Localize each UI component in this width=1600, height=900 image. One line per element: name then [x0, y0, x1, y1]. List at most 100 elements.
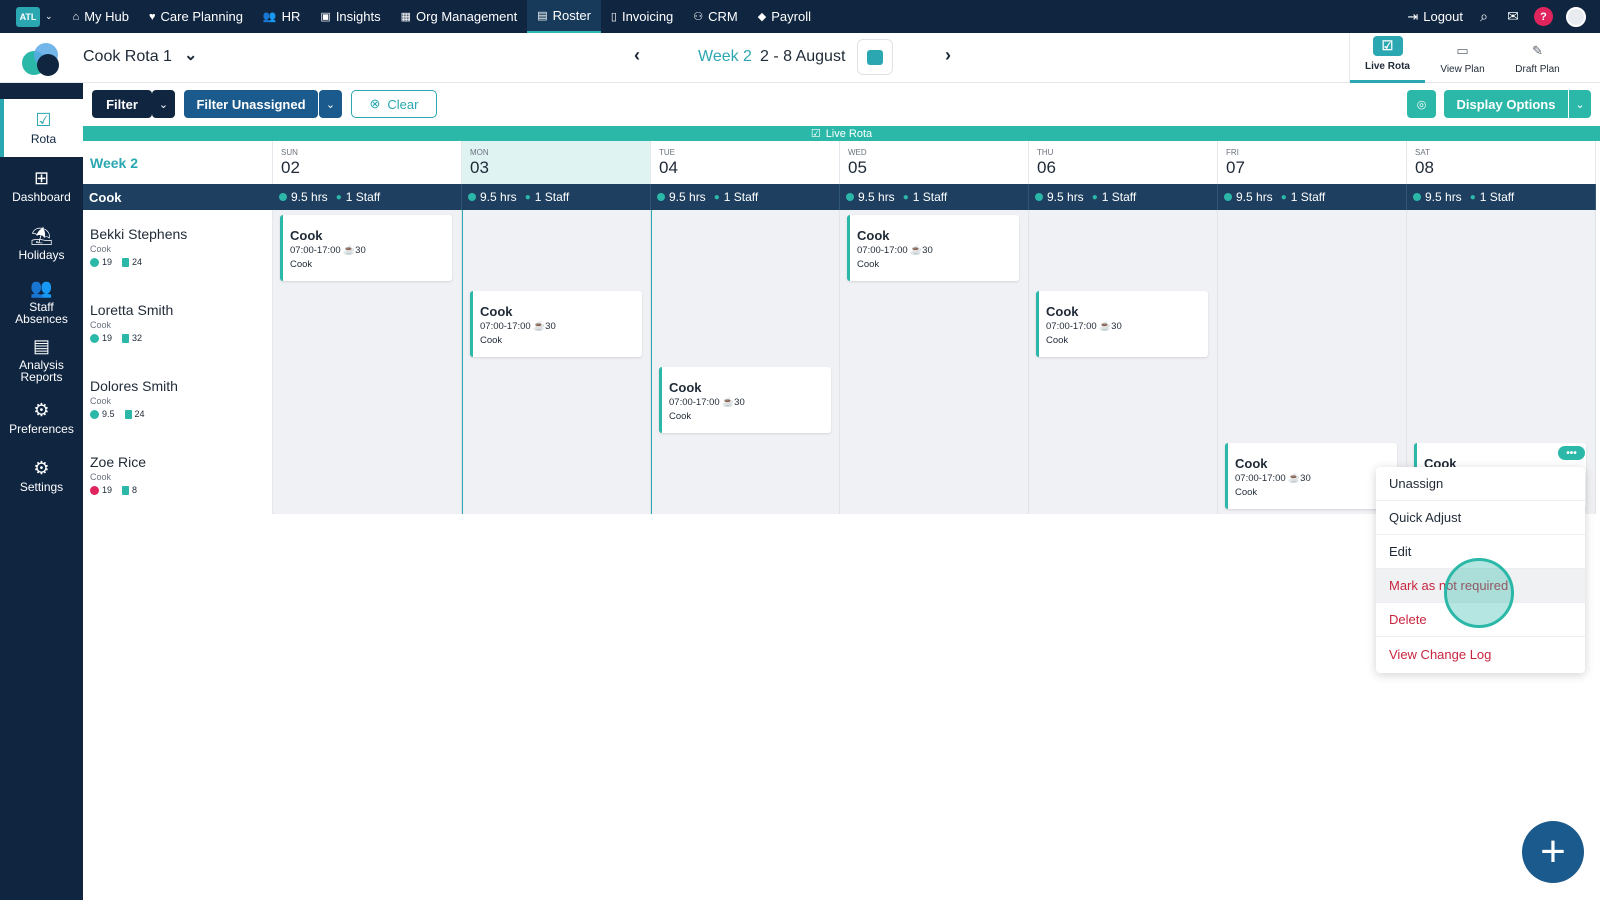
click-indicator	[1444, 558, 1514, 628]
day-cell[interactable]: Cook 07:00-17:00 ☕30 Cook	[273, 210, 462, 286]
day-cell[interactable]	[1407, 210, 1596, 286]
chevron-down-icon[interactable]: ⌄	[45, 11, 53, 22]
employee-cell[interactable]: Loretta Smith Cook 19 32	[83, 286, 273, 362]
document-icon	[122, 485, 130, 495]
day-cell[interactable]	[462, 210, 651, 286]
sidebar-item-rota[interactable]: ☑ Rota	[0, 99, 83, 157]
day-cell[interactable]	[840, 286, 1029, 362]
tab-live-rota[interactable]: ☑ Live Rota	[1350, 33, 1425, 83]
day-cell[interactable]	[1407, 286, 1596, 362]
filter-button[interactable]: Filter	[92, 90, 152, 118]
sidebar-item-analysis-reports[interactable]: ▤ Analysis Reports	[0, 331, 83, 389]
nav-payroll[interactable]: ◆ Payroll	[748, 0, 821, 33]
day-cell[interactable]	[462, 362, 651, 438]
day-cell[interactable]	[651, 286, 840, 362]
tab-draft-plan[interactable]: ✎ Draft Plan	[1500, 33, 1575, 83]
nav-my-hub[interactable]: ⌂ My Hub	[63, 0, 139, 33]
shift-card[interactable]: Cook 07:00-17:00 ☕30 Cook	[847, 215, 1019, 281]
day-cell[interactable]	[462, 438, 651, 514]
sidebar-item-preferences[interactable]: ⚙ Preferences	[0, 389, 83, 447]
nav-org-management[interactable]: ▦ Org Management	[391, 0, 528, 33]
menu-item-view-change-log[interactable]: View Change Log	[1376, 637, 1585, 671]
rota-title[interactable]: Cook Rota 1	[83, 48, 172, 66]
sidebar-item-staff-absences[interactable]: 👥 Staff Absences	[0, 273, 83, 331]
shift-card[interactable]: Cook 07:00-17:00 ☕30 Cook	[470, 291, 642, 357]
day-header: TUE 04	[651, 141, 840, 184]
day-cell[interactable]	[1218, 362, 1407, 438]
clock-icon	[90, 257, 99, 267]
menu-item-quick-adjust[interactable]: Quick Adjust	[1376, 501, 1585, 535]
chevron-right-icon[interactable]: ›	[945, 45, 951, 66]
nav-crm[interactable]: ⚇ CRM	[683, 0, 747, 33]
help-button[interactable]: ?	[1534, 7, 1553, 26]
shift-card[interactable]: Cook 07:00-17:00 ☕30 Cook	[659, 367, 831, 433]
toggle-view-button[interactable]: ◎	[1407, 90, 1436, 118]
day-header: WED 05	[840, 141, 1029, 184]
employee-cell[interactable]: Dolores Smith Cook 9.5 24	[83, 362, 273, 438]
filter-unassigned-dropdown[interactable]: ⌄	[319, 90, 342, 118]
person-icon: ●	[1091, 191, 1098, 203]
clock-icon	[1224, 193, 1232, 201]
shift-card[interactable]: Cook 07:00-17:00 ☕30 Cook	[1225, 443, 1397, 509]
shift-more-button[interactable]: •••	[1558, 446, 1585, 460]
day-cell[interactable]	[273, 362, 462, 438]
day-cell[interactable]	[1218, 210, 1407, 286]
nav-invoicing[interactable]: ▯ Invoicing	[601, 0, 683, 33]
day-cell[interactable]	[1029, 362, 1218, 438]
day-cell[interactable]	[273, 438, 462, 514]
sidebar-item-settings[interactable]: ⚙ Settings	[0, 447, 83, 505]
add-shift-button[interactable]: +	[1522, 821, 1584, 883]
sidebar-item-holidays[interactable]: ⛱ Holidays	[0, 215, 83, 273]
org-switcher[interactable]: ATL	[16, 6, 40, 27]
nav-care-planning[interactable]: ♥ Care Planning	[139, 0, 253, 33]
display-options-dropdown[interactable]: ⌄	[1569, 90, 1591, 118]
week-range: 2 - 8 August	[760, 48, 846, 65]
tab-view-plan[interactable]: ▭ View Plan	[1425, 33, 1500, 83]
table-row: Loretta Smith Cook 19 32 Cook 07:00-17:00 …	[83, 286, 1596, 362]
clear-button[interactable]: ⊗ Clear	[351, 90, 437, 118]
day-summary: 9.5 hrs ● 1 Staff	[462, 184, 651, 210]
contacts-icon: ⚇	[693, 11, 704, 23]
calendar-icon	[867, 49, 883, 65]
day-cell[interactable]: Cook 07:00-17:00 ☕30 Cook	[840, 210, 1029, 286]
chevron-left-icon[interactable]: ‹	[634, 45, 640, 66]
logout-button[interactable]: ⇥ Logout	[1407, 9, 1463, 25]
employee-name: Zoe Rice	[90, 454, 147, 470]
chevron-circle-icon: ◎	[1416, 98, 1427, 111]
filter-dropdown-button[interactable]: ⌄	[152, 90, 175, 118]
week-header: Week 2	[83, 141, 273, 184]
day-header: SUN 02	[273, 141, 462, 184]
day-cell[interactable]	[651, 210, 840, 286]
day-cell[interactable]: Cook 07:00-17:00 ☕30 Cook	[1029, 286, 1218, 362]
shift-card[interactable]: Cook 07:00-17:00 ☕30 Cook	[1036, 291, 1208, 357]
day-cell[interactable]	[651, 438, 840, 514]
avatar[interactable]	[1566, 6, 1586, 27]
employee-cell[interactable]: Bekki Stephens Cook 19 24	[83, 210, 273, 286]
day-cell[interactable]	[273, 286, 462, 362]
day-cell[interactable]	[1218, 286, 1407, 362]
chevron-down-icon[interactable]: ⌄	[184, 45, 197, 65]
calendar-button[interactable]	[857, 39, 893, 75]
day-cell[interactable]: Cook 07:00-17:00 ☕30 Cook	[462, 286, 651, 362]
chart-icon: ▣	[320, 11, 331, 23]
search-icon[interactable]: ⌕	[1476, 8, 1492, 25]
day-summary: 9.5 hrs ● 1 Staff	[1407, 184, 1596, 210]
nav-insights[interactable]: ▣ Insights	[310, 0, 390, 33]
day-cell[interactable]	[1029, 210, 1218, 286]
day-cell[interactable]	[840, 438, 1029, 514]
sidebar-item-dashboard[interactable]: ⊞ Dashboard	[0, 157, 83, 215]
mail-icon[interactable]: ✉	[1505, 8, 1521, 25]
day-cell[interactable]	[1407, 362, 1596, 438]
shift-card[interactable]: Cook 07:00-17:00 ☕30 Cook	[280, 215, 452, 281]
display-options-button[interactable]: Display Options	[1444, 90, 1568, 118]
heart-icon: ♥	[149, 10, 156, 23]
menu-item-unassign[interactable]: Unassign	[1376, 467, 1585, 501]
nav-hr[interactable]: 👥 HR	[253, 0, 310, 33]
day-cell[interactable]	[1029, 438, 1218, 514]
filter-unassigned-button[interactable]: Filter Unassigned	[184, 90, 318, 118]
day-cell[interactable]: Cook 07:00-17:00 ☕30 Cook	[651, 362, 840, 438]
chevron-down-icon: ⌄	[1575, 98, 1585, 111]
day-cell[interactable]	[840, 362, 1029, 438]
employee-cell[interactable]: Zoe Rice Cook 19 8	[83, 438, 273, 514]
nav-roster[interactable]: ▤ Roster	[527, 0, 601, 33]
